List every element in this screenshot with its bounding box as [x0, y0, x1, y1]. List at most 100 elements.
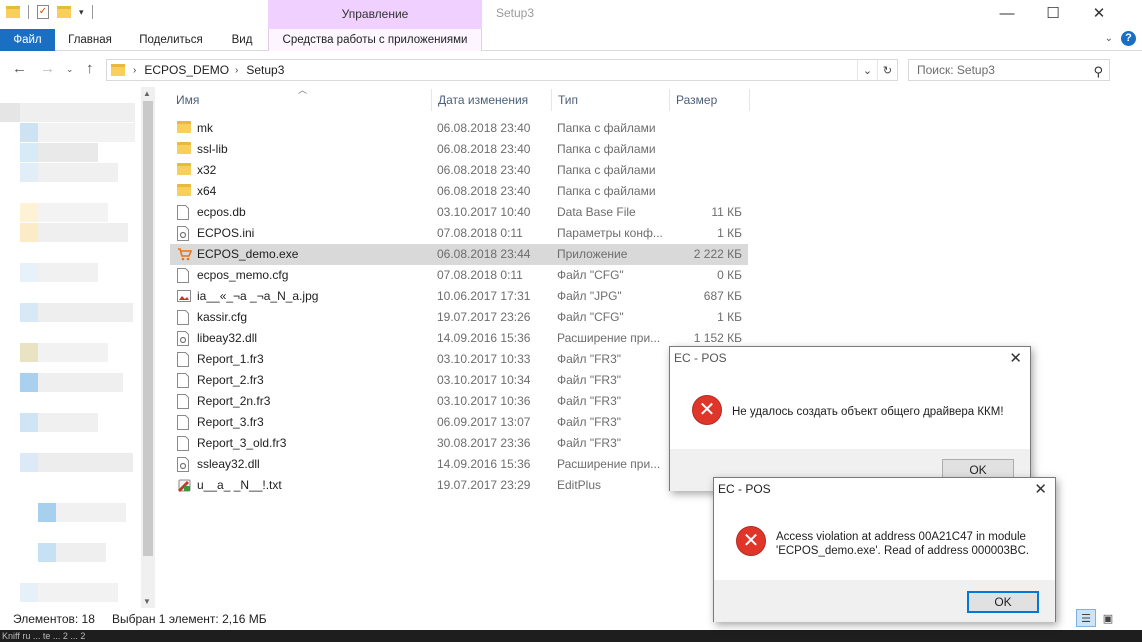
file-icon — [177, 373, 191, 388]
chevron-down-icon[interactable]: ⌄ — [1105, 33, 1113, 44]
dialog-message-line2: 'ECPOS_demo.exe'. Read of address 000003… — [776, 545, 1030, 557]
file-row[interactable]: ECPOS_demo.exe 06.08.2018 23:44 Приложение… — [170, 244, 748, 265]
file-date: 14.09.2016 15:36 — [437, 457, 531, 471]
file-type: Файл "FR3" — [557, 352, 622, 366]
close-icon[interactable]: ✕ — [1034, 480, 1047, 498]
file-row[interactable]: u__a_ _N__!.txt 19.07.2017 23:29 EditPlus — [170, 475, 748, 496]
dialog-message-line1: Access violation at address 00A21C47 in … — [776, 531, 1026, 543]
file-icon — [177, 205, 191, 220]
column-type[interactable]: Тип — [552, 89, 670, 111]
file-row[interactable]: Report_3_old.fr3 30.08.2017 23:36 Файл "FR… — [170, 433, 748, 454]
file-date: 19.07.2017 23:26 — [437, 310, 531, 324]
close-icon[interactable]: ✕ — [1009, 349, 1022, 367]
minimize-button[interactable]: — — [984, 0, 1030, 26]
column-name[interactable]: Имя — [170, 89, 432, 111]
dialog-title: EC - POS — [718, 482, 771, 496]
file-name: Report_2.fr3 — [197, 373, 264, 387]
up-arrow-icon[interactable]: ↑ — [86, 60, 94, 77]
scroll-up-icon[interactable]: ▲ — [143, 89, 151, 98]
tab-app-tools[interactable]: Средства работы с приложениями — [268, 29, 482, 51]
refresh-icon[interactable]: ↻ — [877, 60, 897, 80]
file-name: ecpos_memo.cfg — [197, 268, 289, 282]
folder-icon[interactable] — [6, 6, 20, 18]
file-row[interactable]: kassir.cfg 19.07.2017 23:26 Файл "CFG" 1 КБ — [170, 307, 748, 328]
scrollbar-thumb[interactable] — [143, 101, 153, 556]
file-type: Файл "FR3" — [557, 436, 622, 450]
file-date: 19.07.2017 23:29 — [437, 478, 531, 492]
error-dialog-access-violation: EC - POS ✕ ✕ Access violation at address… — [713, 477, 1056, 622]
large-icons-view-icon[interactable]: ▣ — [1098, 609, 1118, 627]
dialog-message: Не удалось создать объект общего драйвер… — [732, 406, 1004, 418]
file-row[interactable]: ecpos_memo.cfg 07.08.2018 0:11 Файл "CFG" 0… — [170, 265, 748, 286]
editplus-file-icon — [177, 478, 191, 493]
dll-file-icon — [177, 457, 191, 472]
back-arrow-icon[interactable]: ← — [12, 60, 27, 77]
file-name: u__a_ _N__!.txt — [197, 478, 282, 492]
file-icon — [177, 268, 191, 283]
file-name: ssl-lib — [197, 142, 228, 156]
recent-locations-icon[interactable]: ⌄ — [66, 64, 74, 75]
folder-icon — [111, 64, 125, 76]
file-type: Файл "JPG" — [557, 289, 622, 303]
file-icon — [177, 436, 191, 451]
scroll-down-icon[interactable]: ▼ — [143, 597, 151, 606]
file-date: 03.10.2017 10:40 — [437, 205, 531, 219]
close-button[interactable]: ✕ — [1076, 0, 1122, 26]
maximize-button[interactable]: ☐ — [1030, 0, 1076, 26]
file-name: Report_1.fr3 — [197, 352, 264, 366]
tab-share[interactable]: Поделиться — [128, 29, 214, 51]
file-icon — [177, 352, 191, 367]
search-input[interactable]: Поиск: Setup3 ⚲ — [908, 59, 1110, 81]
ribbon-tabs: Файл Главная Поделиться Вид Средства раб… — [0, 29, 1142, 51]
file-name: Report_3.fr3 — [197, 415, 264, 429]
file-row[interactable]: ecpos.db 03.10.2017 10:40 Data Base File 11… — [170, 202, 748, 223]
breadcrumb-ecpos-demo[interactable]: ECPOS_DEMO — [144, 63, 229, 77]
file-size: 687 КБ — [703, 289, 742, 303]
file-name: ssleay32.dll — [197, 457, 260, 471]
column-size[interactable]: Размер — [670, 89, 750, 111]
file-type: Параметры конф... — [557, 226, 663, 240]
address-bar[interactable]: › ECPOS_DEMO › Setup3 ⌄ ↻ — [106, 59, 898, 81]
ok-button[interactable]: OK — [967, 591, 1039, 613]
file-size: 1 КБ — [717, 226, 742, 240]
file-name: Report_3_old.fr3 — [197, 436, 287, 450]
address-dropdown-icon[interactable]: ⌄ — [857, 60, 877, 80]
folder-icon — [177, 121, 191, 136]
file-row[interactable]: Report_2n.fr3 03.10.2017 10:36 Файл "FR3" — [170, 391, 748, 412]
error-icon: ✕ — [736, 526, 766, 556]
file-type: Папка с файлами — [557, 163, 656, 177]
breadcrumb-setup3[interactable]: Setup3 — [246, 63, 284, 77]
file-type: Файл "FR3" — [557, 415, 622, 429]
folder-icon — [177, 142, 191, 157]
file-size: 1 КБ — [717, 310, 742, 324]
help-icon[interactable]: ? — [1121, 31, 1136, 46]
file-row[interactable]: x32 06.08.2018 23:40 Папка с файлами — [170, 160, 748, 181]
file-row[interactable]: libeay32.dll 14.09.2016 15:36 Расширение п… — [170, 328, 748, 349]
file-row[interactable]: ia__«_¬a _¬a_N_a.jpg 10.06.2017 17:31 Файл… — [170, 286, 748, 307]
file-date: 10.06.2017 17:31 — [437, 289, 531, 303]
details-view-icon[interactable]: ☰ — [1076, 609, 1096, 627]
selection-info: Выбран 1 элемент: 2,16 МБ — [112, 612, 267, 626]
file-row[interactable]: Report_2.fr3 03.10.2017 10:34 Файл "FR3" — [170, 370, 748, 391]
nav-scrollbar[interactable]: ▲ ▼ — [141, 87, 155, 608]
new-folder-icon[interactable] — [57, 6, 71, 18]
tab-file[interactable]: Файл — [0, 29, 55, 51]
tab-home[interactable]: Главная — [60, 29, 120, 51]
navigation-pane[interactable]: ▲ ▼ — [0, 87, 156, 608]
file-row[interactable]: Report_3.fr3 06.09.2017 13:07 Файл "FR3" — [170, 412, 748, 433]
properties-icon[interactable]: ✓ — [37, 5, 49, 19]
file-row[interactable]: x64 06.08.2018 23:40 Папка с файлами — [170, 181, 748, 202]
file-row[interactable]: ssl-lib 06.08.2018 23:40 Папка с файлами — [170, 139, 748, 160]
file-date: 30.08.2017 23:36 — [437, 436, 531, 450]
tab-view[interactable]: Вид — [222, 29, 262, 51]
file-row[interactable]: mk 06.08.2018 23:40 Папка с файлами — [170, 118, 748, 139]
file-row[interactable]: Report_1.fr3 03.10.2017 10:33 Файл "FR3" — [170, 349, 748, 370]
file-date: 03.10.2017 10:33 — [437, 352, 531, 366]
file-size: 0 КБ — [717, 268, 742, 282]
file-row[interactable]: ssleay32.dll 14.09.2016 15:36 Расширение п… — [170, 454, 748, 475]
file-row[interactable]: ECPOS.ini 07.08.2018 0:11 Параметры конф..… — [170, 223, 748, 244]
cart-app-icon — [177, 247, 193, 262]
customize-qat-icon[interactable]: ▾ — [79, 7, 84, 18]
column-date[interactable]: Дата изменения — [432, 89, 552, 111]
forward-arrow-icon[interactable]: → — [40, 60, 55, 77]
